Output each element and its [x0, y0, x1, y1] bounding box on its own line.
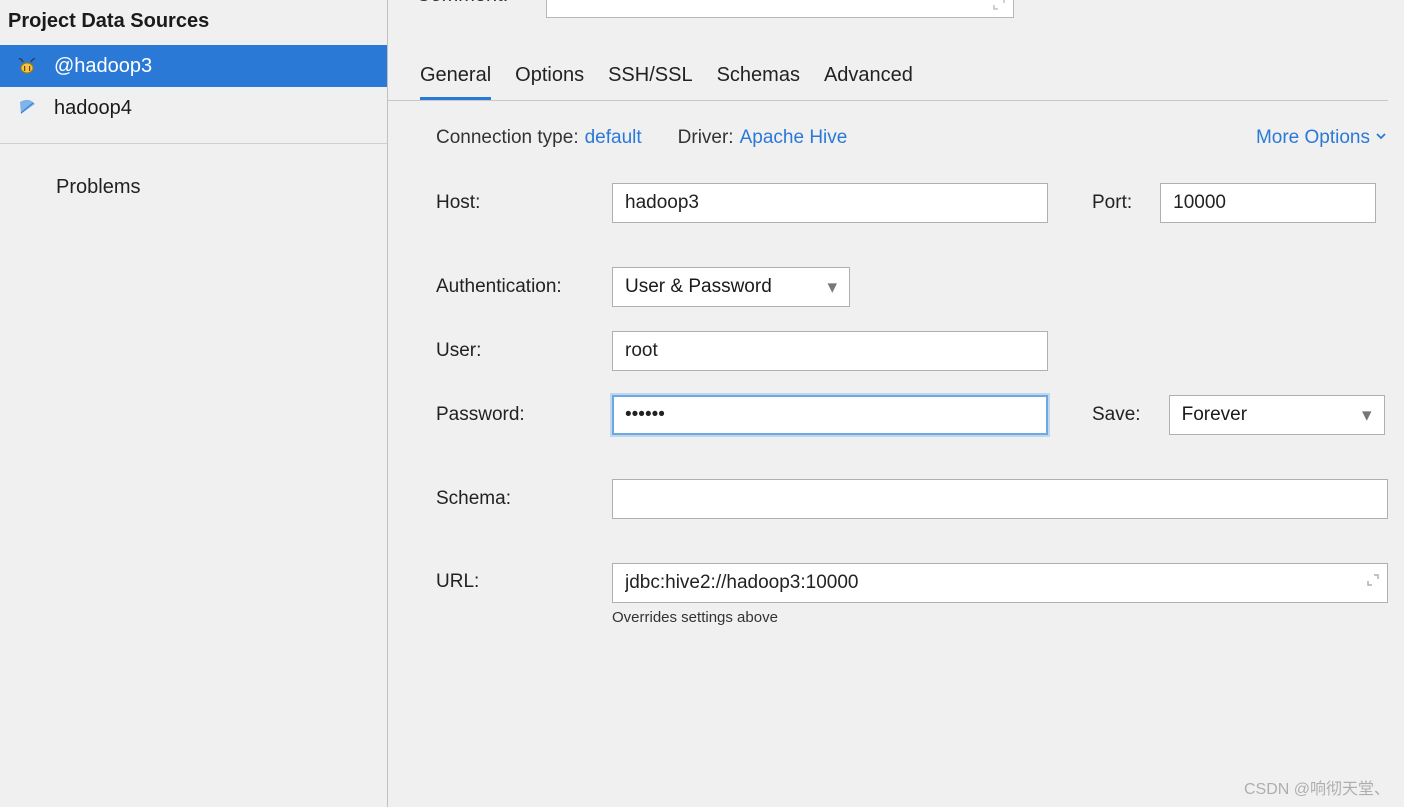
save-select-value: Forever: [1182, 404, 1247, 426]
tree-item-label: @hadoop3: [54, 55, 152, 78]
save-select[interactable]: Forever ▾: [1169, 395, 1385, 435]
connection-type-link[interactable]: default: [585, 127, 642, 149]
data-source-item-hadoop4[interactable]: hadoop4: [0, 87, 387, 129]
connection-info-row: Connection type: default Driver: Apache …: [436, 127, 1388, 149]
tab-options[interactable]: Options: [515, 64, 584, 100]
main-panel: Comment: General Options SSH/SSL Schemas…: [388, 0, 1404, 807]
schema-input[interactable]: [612, 479, 1388, 519]
comment-field[interactable]: [546, 0, 1014, 18]
tabs: General Options SSH/SSL Schemas Advanced: [420, 64, 1388, 100]
password-row: Password: Save: Forever ▾: [436, 395, 1388, 435]
user-input[interactable]: [612, 331, 1048, 371]
auth-select[interactable]: User & Password ▾: [612, 267, 850, 307]
host-input[interactable]: [612, 183, 1048, 223]
tab-ssh-ssl[interactable]: SSH/SSL: [608, 64, 692, 100]
sidebar-section-title: Project Data Sources: [0, 0, 387, 45]
auth-row: Authentication: User & Password ▾: [436, 267, 1388, 307]
more-options-link[interactable]: More Options: [1256, 127, 1388, 149]
expand-icon[interactable]: [993, 0, 1005, 13]
host-row: Host: Port:: [436, 183, 1388, 223]
url-row: URL: Overrides settings above: [436, 563, 1388, 626]
driver-label: Driver:: [678, 127, 734, 149]
chevron-down-icon: [1374, 127, 1388, 149]
tab-advanced[interactable]: Advanced: [824, 64, 913, 100]
sidebar-divider: [0, 143, 387, 144]
schema-row: Schema:: [436, 479, 1388, 519]
sidebar-problems[interactable]: Problems: [0, 154, 387, 199]
data-source-item-hadoop3[interactable]: @hadoop3: [0, 45, 387, 87]
user-row: User:: [436, 331, 1388, 371]
comment-row: Comment:: [416, 0, 1388, 22]
auth-label: Authentication:: [436, 276, 612, 298]
port-label: Port:: [1092, 192, 1132, 214]
url-label: URL:: [436, 563, 612, 593]
tab-schemas[interactable]: Schemas: [717, 64, 800, 100]
password-input[interactable]: [612, 395, 1048, 435]
schema-label: Schema:: [436, 488, 612, 510]
tabs-underline: [388, 100, 1388, 101]
user-label: User:: [436, 340, 612, 362]
connection-form: Host: Port: Authentication: User & Passw…: [436, 183, 1388, 626]
url-wrap: Overrides settings above: [612, 563, 1388, 626]
connection-type-label: Connection type:: [436, 127, 579, 149]
tab-general[interactable]: General: [420, 64, 491, 100]
url-input[interactable]: [612, 563, 1388, 603]
hive-icon: [16, 55, 38, 77]
url-note: Overrides settings above: [612, 609, 1388, 626]
host-label: Host:: [436, 192, 612, 214]
driver-link[interactable]: Apache Hive: [740, 127, 848, 149]
auth-select-value: User & Password: [625, 276, 772, 298]
comment-label: Comment:: [416, 0, 546, 7]
watermark: CSDN @响彻天堂、: [1244, 775, 1390, 799]
chevron-down-icon: ▾: [1362, 404, 1372, 427]
port-input[interactable]: [1160, 183, 1376, 223]
save-label: Save:: [1092, 404, 1141, 426]
chevron-down-icon: ▾: [827, 276, 837, 299]
more-options-label: More Options: [1256, 127, 1370, 149]
password-label: Password:: [436, 404, 612, 426]
sidebar: Project Data Sources @hadoop3 hadoop4 Pr…: [0, 0, 388, 807]
expand-icon[interactable]: [1366, 571, 1380, 592]
tree-item-label: hadoop4: [54, 97, 132, 120]
database-feather-icon: [16, 97, 38, 119]
